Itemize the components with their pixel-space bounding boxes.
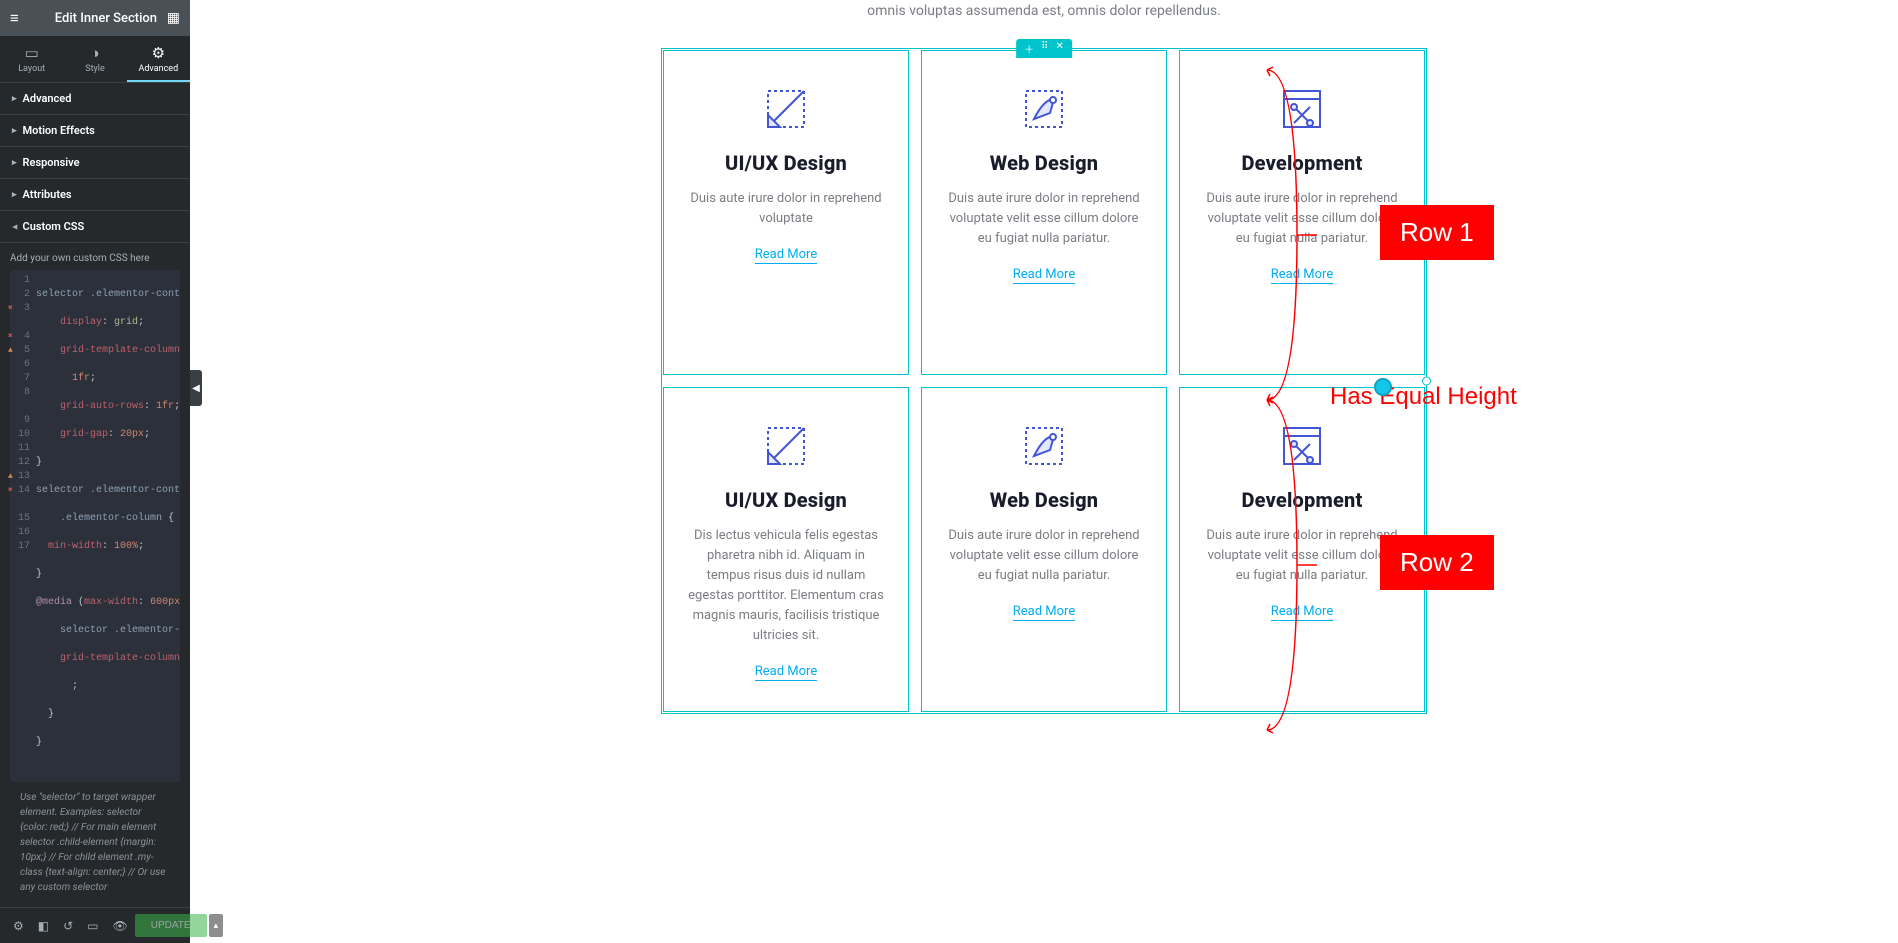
- gear-icon: ⚙: [127, 44, 190, 62]
- annotation-bracket-row1: [1262, 65, 1322, 405]
- sidebar-header: ≡ Edit Inner Section ▦: [0, 0, 190, 36]
- service-card[interactable]: Web Design Duis aute irure dolor in repre…: [921, 50, 1167, 375]
- update-button[interactable]: UPDATE: [135, 914, 207, 937]
- sidebar-footer: ⚙ ◧ ↺ ▭ 👁 UPDATE ▴: [0, 907, 190, 943]
- code-content[interactable]: selector .elementor-container { display:…: [34, 270, 180, 782]
- pen-icon: [1020, 85, 1068, 133]
- service-card[interactable]: Web Design Duis aute irure dolor in repre…: [921, 387, 1167, 712]
- layout-icon: ▭: [0, 44, 63, 62]
- panel-title: Edit Inner Section: [55, 11, 157, 26]
- card-description: Duis aute irure dolor in reprehend volup…: [942, 526, 1146, 586]
- apps-icon[interactable]: ▦: [167, 10, 180, 26]
- accordion-attributes[interactable]: ▸Attributes: [0, 179, 190, 211]
- accordion-motion-effects[interactable]: ▸Motion Effects: [0, 115, 190, 147]
- accordion-responsive[interactable]: ▸Responsive: [0, 147, 190, 179]
- css-label: Add your own custom CSS here: [10, 253, 180, 264]
- card-description: Duis aute irure dolor in reprehend volup…: [942, 189, 1146, 249]
- read-more-link[interactable]: Read More: [1013, 604, 1075, 621]
- annotation-bracket-row2: [1262, 395, 1322, 735]
- history-icon[interactable]: ↺: [56, 919, 80, 933]
- card-description: Dis lectus vehicula felis egestas pharet…: [684, 526, 888, 646]
- read-more-link[interactable]: Read More: [1013, 267, 1075, 284]
- editor-sidebar: ≡ Edit Inner Section ▦ ▭ Layout ◑ Style …: [0, 0, 190, 943]
- annotation-equal-height: Has Equal Height: [1330, 383, 1517, 411]
- custom-css-section: Add your own custom CSS here 1 2 3 4 5 6…: [0, 243, 190, 903]
- accordion-custom-css[interactable]: ▾Custom CSS: [0, 211, 190, 243]
- accordion-advanced[interactable]: ▸Advanced: [0, 83, 190, 115]
- settings-icon[interactable]: ⚙: [6, 919, 31, 933]
- panel-body: ▸Advanced ▸Motion Effects ▸Responsive ▸A…: [0, 83, 190, 907]
- service-card[interactable]: UI/UX Design Dis lectus vehicula felis eg…: [663, 387, 909, 712]
- drag-handle[interactable]: [1374, 378, 1392, 396]
- card-title: Web Design: [942, 488, 1146, 512]
- code-gutter: 1 2 3 4 5 6 7 8 9 10 11 12 13 14: [10, 270, 34, 782]
- update-options-button[interactable]: ▴: [209, 914, 224, 937]
- read-more-link[interactable]: Read More: [755, 247, 817, 264]
- code-editor[interactable]: 1 2 3 4 5 6 7 8 9 10 11 12 13 14: [10, 270, 180, 782]
- menu-icon[interactable]: ≡: [10, 9, 19, 27]
- preview-icon[interactable]: 👁: [106, 919, 135, 933]
- pen-icon: [1020, 422, 1068, 470]
- card-title: UI/UX Design: [684, 151, 888, 175]
- annotation-row2-badge: Row 2: [1380, 535, 1494, 590]
- tab-style[interactable]: ◑ Style: [63, 36, 126, 82]
- service-card[interactable]: UI/UX Design Duis aute irure dolor in rep…: [663, 50, 909, 375]
- tab-advanced[interactable]: ⚙ Advanced: [127, 36, 190, 82]
- tab-layout[interactable]: ▭ Layout: [0, 36, 63, 82]
- ruler-icon: [762, 85, 810, 133]
- resize-handle[interactable]: [1422, 377, 1431, 386]
- edit-section-icon[interactable]: ⠿: [1041, 41, 1048, 56]
- ruler-icon: [762, 422, 810, 470]
- panel-tabs: ▭ Layout ◑ Style ⚙ Advanced: [0, 36, 190, 83]
- card-description: Duis aute irure dolor in reprehend volup…: [684, 189, 888, 229]
- card-title: Web Design: [942, 151, 1146, 175]
- card-title: UI/UX Design: [684, 488, 888, 512]
- navigator-icon[interactable]: ◧: [31, 919, 56, 933]
- section-toolbar: ＋ ⠿ ✕: [1016, 39, 1072, 58]
- add-section-icon[interactable]: ＋: [1024, 41, 1034, 56]
- responsive-icon[interactable]: ▭: [80, 919, 105, 933]
- annotation-row1-badge: Row 1: [1380, 205, 1494, 260]
- editor-canvas[interactable]: omnis voluptas assumenda est, omnis dolo…: [190, 0, 1898, 752]
- css-help-text: Use "selector" to target wrapper element…: [10, 782, 180, 895]
- style-icon: ◑: [63, 44, 126, 62]
- read-more-link[interactable]: Read More: [755, 664, 817, 681]
- delete-section-icon[interactable]: ✕: [1055, 41, 1063, 56]
